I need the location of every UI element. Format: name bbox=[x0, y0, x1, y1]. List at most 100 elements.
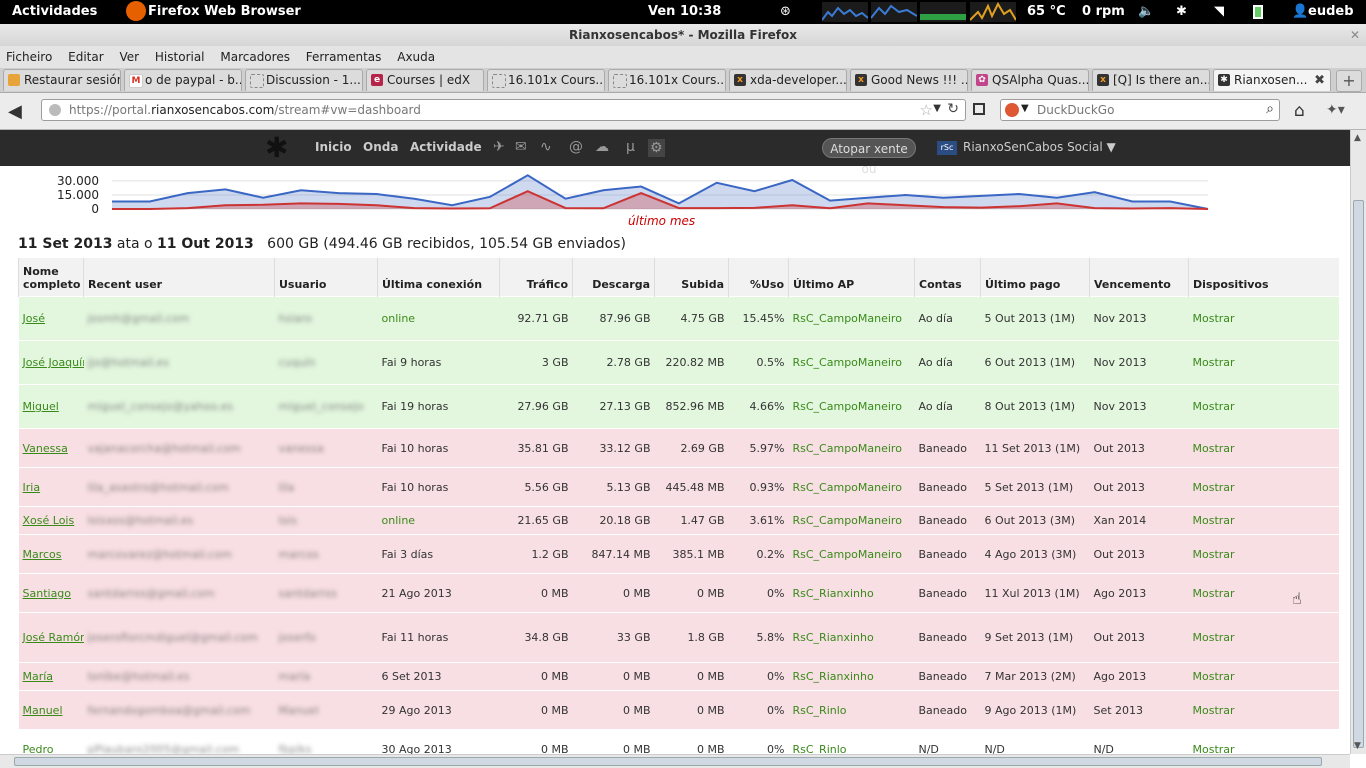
cell-name[interactable]: Iria bbox=[18, 467, 84, 507]
clock[interactable]: Ven 10:38 bbox=[648, 4, 721, 19]
cell-name[interactable]: Xosé Lois bbox=[18, 506, 84, 535]
cell-ap[interactable]: RsC_CampoManeiro bbox=[788, 296, 915, 341]
menu-ficheiro[interactable]: Ficheiro bbox=[0, 47, 58, 67]
tab-edx[interactable]: e Courses | edX bbox=[366, 69, 484, 91]
cell-ap[interactable]: RsC_CampoManeiro bbox=[788, 534, 915, 574]
cell-name[interactable]: María bbox=[18, 662, 84, 691]
user-menu[interactable]: eudeb bbox=[1308, 4, 1354, 19]
app-menu[interactable]: Firefox Web Browser bbox=[148, 4, 301, 19]
user-name-link[interactable]: José bbox=[23, 312, 45, 325]
cell-name[interactable]: Vanessa bbox=[18, 428, 84, 468]
show-devices-link[interactable]: Mostrar bbox=[1193, 670, 1235, 683]
column-header-recent-user[interactable]: Recent user bbox=[83, 258, 275, 297]
show-devices-link[interactable]: Mostrar bbox=[1193, 587, 1235, 600]
window-close-icon[interactable]: ✕ bbox=[1350, 24, 1360, 46]
at-icon[interactable]: @ bbox=[569, 139, 583, 155]
site-logo-icon[interactable]: ✱ bbox=[265, 134, 288, 162]
column-header-vencemento[interactable]: Vencemento bbox=[1089, 258, 1189, 297]
rocket-icon[interactable]: ✈ bbox=[493, 139, 505, 155]
show-devices-link[interactable]: Mostrar bbox=[1193, 743, 1235, 754]
chevron-down-icon[interactable]: ▼ bbox=[933, 103, 941, 114]
column-header-ultima-conexion[interactable]: Última conexión bbox=[377, 258, 500, 297]
tab-qsalpha[interactable]: ✿ QSAlpha Quas... bbox=[971, 69, 1089, 91]
menu-marcadores[interactable]: Marcadores bbox=[214, 47, 296, 67]
new-tab-button[interactable]: + bbox=[1336, 70, 1362, 92]
column-header-descarga[interactable]: Descarga bbox=[572, 258, 655, 297]
battery-icon[interactable] bbox=[1253, 5, 1263, 19]
user-name-link[interactable]: José Joaquín bbox=[23, 356, 84, 369]
cell-ap[interactable]: RsC_CampoManeiro bbox=[788, 340, 915, 385]
nav-inicio[interactable]: Inicio bbox=[315, 140, 352, 154]
cell-dev[interactable]: Mostrar bbox=[1188, 612, 1339, 663]
cell-ap[interactable]: RsC_Rinlo bbox=[788, 729, 915, 754]
user-name-link[interactable]: Iria bbox=[23, 481, 41, 494]
cell-dev[interactable]: Mostrar bbox=[1188, 534, 1339, 574]
show-devices-link[interactable]: Mostrar bbox=[1193, 481, 1235, 494]
cell-name[interactable]: Pedro bbox=[18, 729, 84, 754]
show-devices-link[interactable]: Mostrar bbox=[1193, 514, 1235, 527]
user-name-link[interactable]: Marcos bbox=[23, 548, 62, 561]
show-devices-link[interactable]: Mostrar bbox=[1193, 356, 1235, 369]
show-devices-link[interactable]: Mostrar bbox=[1193, 312, 1235, 325]
column-header-ultimo-ap[interactable]: Último AP bbox=[788, 258, 915, 297]
search-bar[interactable]: ▼ ⌕ bbox=[1000, 99, 1280, 121]
vertical-scroll-thumb[interactable] bbox=[1353, 200, 1364, 748]
torrent-icon[interactable]: µ bbox=[626, 139, 635, 155]
access-point-link[interactable]: RsC_CampoManeiro bbox=[793, 400, 902, 413]
back-arrow-icon[interactable]: ◀ bbox=[8, 101, 22, 122]
menu-axuda[interactable]: Axuda bbox=[391, 47, 441, 67]
reader-icon[interactable] bbox=[973, 103, 985, 115]
volume-icon[interactable]: 🔈 bbox=[1138, 4, 1154, 19]
user-name-link[interactable]: Santiago bbox=[23, 587, 72, 600]
people-search-input[interactable]: Atopar xente ou bbox=[822, 138, 916, 176]
menu-ver[interactable]: Ver bbox=[113, 47, 145, 67]
cell-ap[interactable]: RsC_CampoManeiro bbox=[788, 428, 915, 468]
nav-actividade[interactable]: Actividade bbox=[410, 140, 482, 154]
home-icon[interactable]: ⌂ bbox=[1294, 101, 1305, 121]
close-tab-icon[interactable]: ✖ bbox=[1314, 70, 1325, 91]
column-header-usuario[interactable]: Usuario bbox=[274, 258, 378, 297]
tab-gmail[interactable]: Mo de paypal - b... bbox=[124, 69, 242, 91]
user-name-link[interactable]: Miguel bbox=[23, 400, 59, 413]
access-point-link[interactable]: RsC_Rinlo bbox=[793, 704, 847, 717]
tab-discussion[interactable]: Discussion - 1... bbox=[245, 69, 363, 91]
cloud-icon[interactable]: ☁ bbox=[595, 139, 609, 155]
cell-dev[interactable]: Mostrar bbox=[1188, 296, 1339, 341]
user-name-link[interactable]: Pedro bbox=[23, 743, 54, 754]
user-name-link[interactable]: Vanessa bbox=[23, 442, 68, 455]
cell-dev[interactable]: Mostrar bbox=[1188, 573, 1339, 613]
access-point-link[interactable]: RsC_CampoManeiro bbox=[793, 312, 902, 325]
show-devices-link[interactable]: Mostrar bbox=[1193, 442, 1235, 455]
globe-icon[interactable] bbox=[49, 104, 61, 116]
access-point-link[interactable]: RsC_CampoManeiro bbox=[793, 514, 902, 527]
nav-onda[interactable]: Onda bbox=[363, 140, 398, 154]
cell-name[interactable]: Manuel bbox=[18, 690, 84, 730]
horizontal-scrollbar[interactable] bbox=[0, 754, 1350, 768]
access-point-link[interactable]: RsC_Rianxinho bbox=[793, 587, 874, 600]
cell-ap[interactable]: RsC_Rianxinho bbox=[788, 612, 915, 663]
gear-icon[interactable]: ⚙ bbox=[648, 139, 665, 157]
user-name-link[interactable]: José Ramón bbox=[23, 631, 84, 644]
cell-name[interactable]: Santiago bbox=[18, 573, 84, 613]
tab-xda[interactable]: x xda-developer... bbox=[729, 69, 847, 91]
cell-name[interactable]: José Joaquín bbox=[18, 340, 84, 385]
cell-ap[interactable]: RsC_CampoManeiro bbox=[788, 384, 915, 429]
tab-good-news[interactable]: x Good News !!! ... bbox=[850, 69, 968, 91]
cell-ap[interactable]: RsC_CampoManeiro bbox=[788, 506, 915, 535]
show-devices-link[interactable]: Mostrar bbox=[1193, 704, 1235, 717]
vertical-scrollbar[interactable]: ▲ ▼ bbox=[1350, 130, 1366, 754]
access-point-link[interactable]: RsC_CampoManeiro bbox=[793, 442, 902, 455]
tab-rianxosencabos[interactable]: ✱ Rianxosen... ✖ bbox=[1213, 69, 1331, 91]
reload-icon[interactable]: ↻ bbox=[947, 101, 959, 117]
cell-name[interactable]: Miguel bbox=[18, 384, 84, 429]
column-header-uso[interactable]: %Uso bbox=[728, 258, 789, 297]
access-point-link[interactable]: RsC_Rianxinho bbox=[793, 631, 874, 644]
fan-rpm-label[interactable]: 0 rpm bbox=[1082, 4, 1125, 19]
bluetooth-icon[interactable]: ✱ bbox=[1176, 4, 1187, 19]
column-header-contas[interactable]: Contas bbox=[914, 258, 981, 297]
search-icon[interactable]: ⌕ bbox=[1266, 101, 1274, 117]
access-point-link[interactable]: RsC_Rianxinho bbox=[793, 670, 874, 683]
column-header-ultimo-pago[interactable]: Último pago bbox=[980, 258, 1090, 297]
mail-icon[interactable]: ✉ bbox=[515, 139, 527, 155]
cell-ap[interactable]: RsC_Rinlo bbox=[788, 690, 915, 730]
